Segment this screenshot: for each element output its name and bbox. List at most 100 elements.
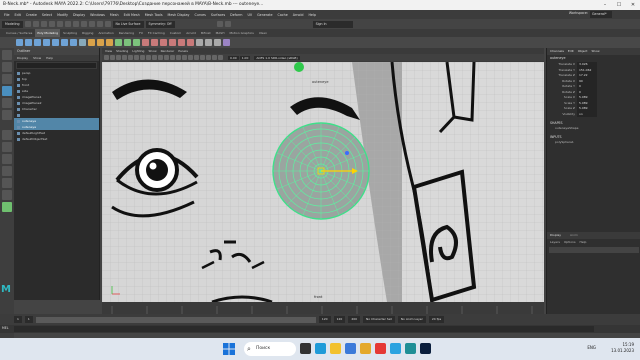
menu-help[interactable]: Help bbox=[306, 13, 318, 17]
live-surface-dropdown[interactable]: No Live Surface bbox=[112, 20, 144, 28]
shelf-tab-motion-graphics[interactable]: Motion Graphics bbox=[227, 29, 255, 37]
layout-outliner-icon[interactable] bbox=[2, 154, 12, 164]
explorer-icon[interactable] bbox=[330, 343, 341, 354]
display-layer-row[interactable] bbox=[549, 247, 639, 253]
taskbar-clock[interactable]: 15:19 13.01.2023 bbox=[611, 342, 634, 354]
character-set-dropdown[interactable]: No Character Set bbox=[363, 316, 395, 323]
mel-label[interactable]: MEL bbox=[2, 326, 9, 330]
chrome-icon[interactable] bbox=[360, 343, 371, 354]
select-object-icon[interactable] bbox=[72, 21, 79, 27]
gate-mask-icon[interactable] bbox=[146, 55, 151, 60]
move-tool-icon[interactable] bbox=[2, 86, 12, 96]
vp-menu-view[interactable]: View bbox=[105, 48, 112, 54]
redo-icon[interactable] bbox=[56, 21, 63, 27]
cb-menu-channels[interactable]: Channels bbox=[550, 48, 564, 55]
colorspace-dropdown[interactable]: ACES 1.0 SDR-video (sRGB) bbox=[254, 55, 300, 60]
poly-cube-icon[interactable] bbox=[25, 39, 32, 46]
range-end-field[interactable]: 120 bbox=[333, 316, 346, 323]
edge-icon[interactable] bbox=[315, 343, 326, 354]
bevel-icon[interactable] bbox=[160, 39, 167, 46]
vp-menu-shading[interactable]: Shading bbox=[116, 48, 128, 54]
camera-attr-icon[interactable] bbox=[110, 55, 115, 60]
signin-dropdown[interactable]: Sign In bbox=[312, 20, 353, 28]
cb-shape-name[interactable]: outeneyeShape bbox=[547, 126, 640, 131]
separate-icon[interactable] bbox=[97, 39, 104, 46]
vp-menu-renderer[interactable]: Renderer bbox=[161, 48, 175, 54]
menu-modify[interactable]: Modify bbox=[55, 13, 70, 17]
tray-language[interactable]: ENG bbox=[587, 345, 596, 350]
mel-input[interactable] bbox=[14, 326, 594, 332]
store-icon[interactable] bbox=[345, 343, 356, 354]
save-scene-icon[interactable] bbox=[40, 21, 47, 27]
combine-icon[interactable] bbox=[88, 39, 95, 46]
menu-generate[interactable]: Generate bbox=[255, 13, 274, 17]
cb-object-name[interactable]: outeneye bbox=[547, 55, 640, 62]
anim-layer-dropdown[interactable]: No Anim Layer bbox=[397, 316, 426, 323]
shelf-tab-poly-modeling[interactable]: Poly Modeling bbox=[35, 29, 61, 37]
boolean-icon[interactable] bbox=[124, 39, 131, 46]
playback-end-field[interactable]: 120 bbox=[318, 316, 331, 323]
render-icon[interactable] bbox=[216, 21, 223, 27]
shelf-tab-fx[interactable]: FX bbox=[137, 29, 145, 37]
anim-end-field[interactable]: 200 bbox=[348, 316, 361, 323]
taskbar-search[interactable]: Поиск bbox=[244, 342, 296, 356]
platonic-icon[interactable] bbox=[79, 39, 86, 46]
menu-mesh[interactable]: Mesh bbox=[108, 13, 121, 17]
layout-uv-icon[interactable] bbox=[2, 178, 12, 188]
attr-visibility[interactable]: Visibility on bbox=[547, 111, 640, 117]
menu-edit-mesh[interactable]: Edit Mesh bbox=[122, 13, 142, 17]
menu-file[interactable]: File bbox=[2, 13, 12, 17]
windows-start-icon[interactable] bbox=[222, 342, 236, 356]
quad-draw-icon[interactable] bbox=[187, 39, 194, 46]
symmetry-dropdown[interactable]: Symmetry: Off bbox=[145, 20, 175, 28]
layout-four-icon[interactable] bbox=[2, 142, 12, 152]
camera-icon[interactable] bbox=[104, 55, 109, 60]
shelf-tab-animation[interactable]: Animation bbox=[96, 29, 115, 37]
close-button[interactable]: ✕ bbox=[626, 0, 640, 10]
menuset-dropdown[interactable]: Modeling bbox=[2, 20, 23, 28]
aa-icon[interactable] bbox=[200, 55, 205, 60]
vp-menu-lighting[interactable]: Lighting bbox=[132, 48, 144, 54]
textured-icon[interactable] bbox=[176, 55, 181, 60]
shelf-tab-fx-caching[interactable]: FX Caching bbox=[146, 29, 167, 37]
paint-select-icon[interactable] bbox=[2, 74, 12, 84]
layer-menu-options[interactable]: Options bbox=[564, 239, 576, 245]
multicut-icon[interactable] bbox=[169, 39, 176, 46]
select-component-icon[interactable] bbox=[80, 21, 87, 27]
open-scene-icon[interactable] bbox=[32, 21, 39, 27]
vp-menu-show[interactable]: Show bbox=[148, 48, 156, 54]
layout-single-icon[interactable] bbox=[2, 130, 12, 140]
xray-icon[interactable] bbox=[212, 55, 217, 60]
outliner-menu-help[interactable]: Help bbox=[46, 55, 53, 61]
poly-plane-icon[interactable] bbox=[61, 39, 68, 46]
shelf-tab-custom[interactable]: Custom bbox=[168, 29, 184, 37]
poly-cone-icon[interactable] bbox=[43, 39, 50, 46]
outliner-menu-display[interactable]: Display bbox=[17, 55, 28, 61]
cb-menu-show[interactable]: Show bbox=[591, 48, 599, 55]
range-start-field[interactable]: 1 bbox=[14, 316, 22, 323]
menu-display[interactable]: Display bbox=[71, 13, 87, 17]
fps-dropdown[interactable]: 24 fps bbox=[428, 316, 445, 323]
shelf-tab-arnold[interactable]: Arnold bbox=[184, 29, 198, 37]
scale-tool-icon[interactable] bbox=[2, 110, 12, 120]
safe-action-icon[interactable] bbox=[158, 55, 163, 60]
poly-cylinder-icon[interactable] bbox=[34, 39, 41, 46]
telegram-icon[interactable] bbox=[390, 343, 401, 354]
shelf-tab-rendering[interactable]: Rendering bbox=[117, 29, 136, 37]
range-slider[interactable] bbox=[35, 316, 316, 323]
tab-anim[interactable]: Anim bbox=[570, 233, 578, 237]
minimize-button[interactable]: – bbox=[598, 0, 612, 10]
yandex-icon[interactable] bbox=[375, 343, 386, 354]
bridge-icon[interactable] bbox=[142, 39, 149, 46]
workspace-dropdown[interactable]: General* bbox=[590, 11, 612, 18]
field-chart-icon[interactable] bbox=[152, 55, 157, 60]
resolution-gate-icon[interactable] bbox=[140, 55, 145, 60]
extrude-icon[interactable] bbox=[151, 39, 158, 46]
cb-menu-object[interactable]: Object bbox=[578, 48, 588, 55]
menu-curves[interactable]: Curves bbox=[192, 13, 207, 17]
poly-disc-icon[interactable] bbox=[70, 39, 77, 46]
undo-icon[interactable] bbox=[48, 21, 55, 27]
menu-surfaces[interactable]: Surfaces bbox=[209, 13, 227, 17]
menu-mesh-display[interactable]: Mesh Display bbox=[166, 13, 192, 17]
lights-icon[interactable] bbox=[182, 55, 187, 60]
